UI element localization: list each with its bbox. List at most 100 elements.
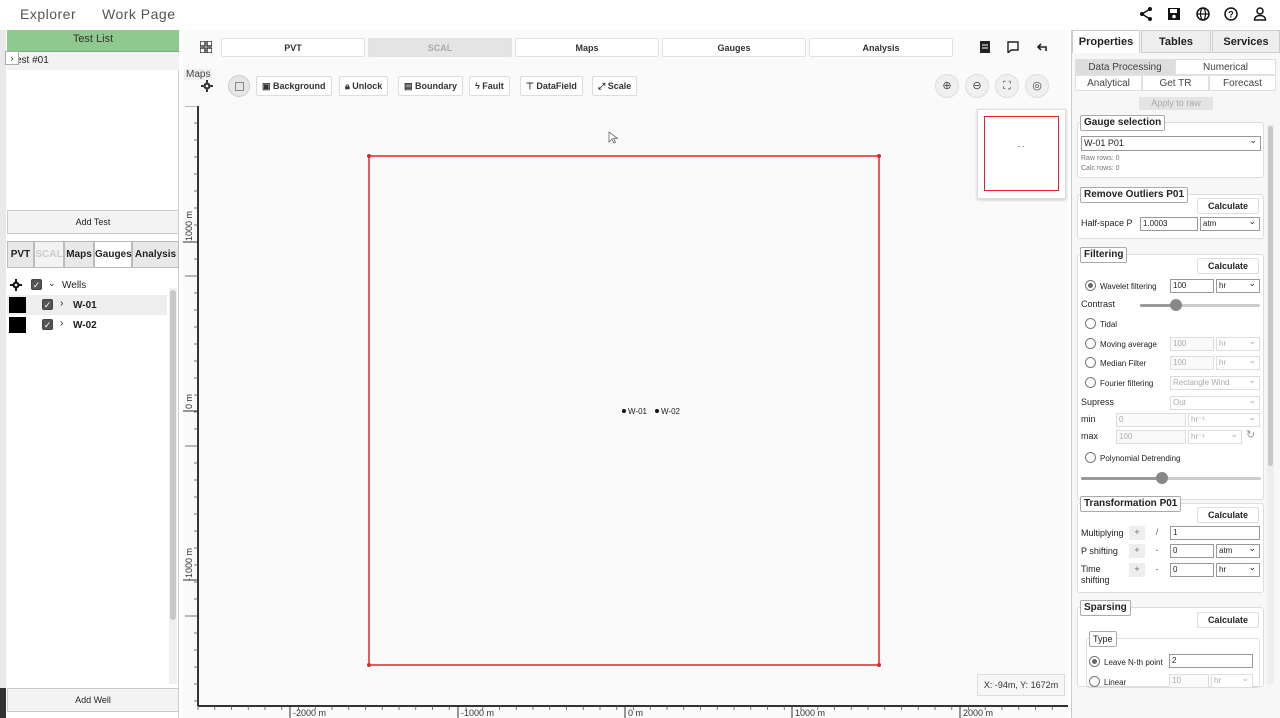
scrollbar-thumb[interactable] bbox=[1268, 126, 1273, 466]
tab-work-page[interactable]: Work Page bbox=[102, 6, 176, 22]
moving-average-radio[interactable] bbox=[1085, 338, 1096, 349]
max-unit-select[interactable]: hr⁻¹ bbox=[1188, 428, 1242, 444]
min-input[interactable]: 0 bbox=[1116, 413, 1186, 427]
boundary-corner[interactable] bbox=[367, 663, 371, 667]
grid-view-icon[interactable] bbox=[200, 41, 212, 53]
median-filter-radio[interactable] bbox=[1085, 357, 1096, 368]
settings-gear-icon[interactable] bbox=[10, 279, 22, 291]
boundary-corner[interactable] bbox=[367, 154, 371, 158]
median-filter-unit-select[interactable]: hr bbox=[1216, 354, 1260, 370]
add-test-button[interactable]: Add Test bbox=[7, 210, 179, 234]
chevron-right-icon[interactable]: › bbox=[60, 298, 63, 309]
time-shifting-input[interactable]: 0 bbox=[1170, 563, 1214, 577]
well-checkbox[interactable]: ✓ bbox=[42, 319, 53, 330]
well-color-swatch[interactable] bbox=[9, 297, 26, 313]
supress-select[interactable]: Out bbox=[1170, 394, 1260, 410]
detrending-slider[interactable] bbox=[1081, 472, 1261, 484]
tidal-radio[interactable] bbox=[1085, 318, 1096, 329]
left-tab-pvt[interactable]: PVT bbox=[7, 241, 34, 268]
center-view-button[interactable]: ◎ bbox=[1025, 74, 1049, 98]
half-space-input[interactable]: 1.0003 bbox=[1140, 217, 1198, 231]
wells-scrollbar[interactable] bbox=[169, 288, 177, 684]
subtab-analytical[interactable]: Analytical bbox=[1075, 75, 1142, 91]
calculate-button[interactable]: Calculate bbox=[1197, 198, 1259, 214]
tab-properties[interactable]: Properties bbox=[1072, 30, 1140, 53]
wavelet-unit-select[interactable]: hr bbox=[1216, 277, 1260, 293]
moving-average-unit-select[interactable]: hr bbox=[1216, 335, 1260, 351]
left-tab-maps[interactable]: Maps bbox=[64, 241, 94, 268]
help-icon[interactable]: ? bbox=[1223, 6, 1239, 22]
min-unit-select[interactable]: hr⁻¹ bbox=[1188, 411, 1260, 427]
wavelet-input[interactable]: 100 bbox=[1170, 279, 1214, 293]
fourier-radio[interactable] bbox=[1085, 377, 1096, 388]
zoom-in-button[interactable]: ⊕ bbox=[935, 74, 959, 98]
time-shifting-unit-select[interactable]: hr bbox=[1216, 561, 1260, 577]
select-tool-button[interactable] bbox=[228, 75, 250, 97]
calculate-button[interactable]: Calculate bbox=[1197, 258, 1259, 274]
chevron-down-icon[interactable]: ⌄ bbox=[48, 278, 56, 289]
chevron-right-icon[interactable]: › bbox=[60, 318, 63, 329]
well-marker[interactable] bbox=[622, 409, 626, 413]
tab-services[interactable]: Services bbox=[1212, 30, 1280, 53]
left-tab-scal[interactable]: SCAL bbox=[34, 241, 64, 268]
test-list-item[interactable]: Test #01 bbox=[7, 52, 179, 70]
boundary-corner[interactable] bbox=[877, 154, 881, 158]
scrollbar-thumb[interactable] bbox=[170, 290, 176, 620]
expand-chevron-icon[interactable]: › bbox=[5, 51, 19, 65]
leave-nth-input[interactable]: 2 bbox=[1169, 654, 1253, 668]
plus-button[interactable]: + bbox=[1129, 544, 1145, 558]
globe-icon[interactable] bbox=[1195, 6, 1211, 22]
datafield-button[interactable]: ⊤ DataField bbox=[520, 76, 583, 96]
document-icon[interactable] bbox=[979, 41, 991, 53]
main-tab-gauges[interactable]: Gauges bbox=[662, 38, 806, 57]
save-icon[interactable] bbox=[1166, 6, 1182, 22]
subtab-get-tr[interactable]: Get TR bbox=[1142, 75, 1209, 91]
subtab-numerical[interactable]: Numerical bbox=[1175, 59, 1276, 75]
max-input[interactable]: 100 bbox=[1116, 430, 1186, 444]
calculate-button[interactable]: Calculate bbox=[1197, 507, 1259, 523]
main-tab-scal[interactable]: SCAL bbox=[368, 38, 512, 57]
user-icon[interactable] bbox=[1252, 6, 1268, 22]
right-scrollbar[interactable] bbox=[1267, 124, 1274, 684]
leave-nth-radio[interactable] bbox=[1089, 656, 1100, 667]
well-row[interactable]: ✓ › W-02 bbox=[7, 315, 167, 335]
calculate-button[interactable]: Calculate bbox=[1197, 612, 1259, 628]
add-well-button[interactable]: Add Well bbox=[7, 688, 179, 712]
comment-icon[interactable] bbox=[1007, 41, 1019, 53]
gauge-select[interactable]: W-01 P01 bbox=[1081, 134, 1261, 151]
left-tab-analysis[interactable]: Analysis bbox=[132, 241, 179, 268]
minimap[interactable]: . . bbox=[977, 109, 1066, 199]
fit-screen-button[interactable]: ⛶ bbox=[995, 74, 1019, 98]
main-tab-pvt[interactable]: PVT bbox=[221, 38, 365, 57]
minus-button[interactable]: - bbox=[1149, 563, 1165, 577]
refresh-icon[interactable]: ↻ bbox=[1246, 428, 1255, 441]
left-tab-gauges[interactable]: Gauges bbox=[94, 241, 132, 268]
p-shifting-input[interactable]: 0 bbox=[1170, 544, 1214, 558]
p-shifting-unit-select[interactable]: atm bbox=[1216, 542, 1260, 558]
main-tab-analysis[interactable]: Analysis bbox=[809, 38, 953, 57]
zoom-out-button[interactable]: ⊖ bbox=[965, 74, 989, 98]
multiply-button[interactable]: + bbox=[1129, 526, 1145, 540]
main-tab-maps[interactable]: Maps bbox=[515, 38, 659, 57]
scale-button[interactable]: ⤢ Scale bbox=[592, 76, 638, 96]
apply-to-raw-button[interactable]: Apply to raw bbox=[1139, 97, 1213, 110]
boundary-corner[interactable] bbox=[877, 663, 881, 667]
moving-average-input[interactable]: 100 bbox=[1170, 337, 1214, 351]
multiplying-input[interactable]: 1 bbox=[1170, 526, 1260, 540]
undo-icon[interactable] bbox=[1036, 41, 1048, 53]
half-space-unit-select[interactable]: atm bbox=[1200, 215, 1260, 231]
map-settings-icon[interactable] bbox=[201, 80, 213, 92]
minus-button[interactable]: - bbox=[1149, 544, 1165, 558]
well-marker[interactable] bbox=[655, 409, 659, 413]
well-color-swatch[interactable] bbox=[9, 317, 26, 333]
contrast-slider-thumb[interactable] bbox=[1170, 299, 1182, 311]
background-button[interactable]: ▣ Background bbox=[256, 76, 332, 96]
linear-unit-select[interactable]: hr bbox=[1211, 672, 1253, 688]
unlock-button[interactable]: 🔒︎ Unlock bbox=[339, 76, 389, 96]
divide-button[interactable]: / bbox=[1149, 526, 1165, 540]
map-canvas[interactable]: 1000 m 0 m -1000 m -2000 m -1000 m 0 m 1… bbox=[183, 106, 1068, 718]
well-row[interactable]: ✓ › W-01 bbox=[7, 295, 167, 315]
detrending-slider-thumb[interactable] bbox=[1156, 472, 1168, 484]
subtab-forecast[interactable]: Forecast bbox=[1209, 75, 1276, 91]
tab-tables[interactable]: Tables bbox=[1141, 30, 1211, 53]
